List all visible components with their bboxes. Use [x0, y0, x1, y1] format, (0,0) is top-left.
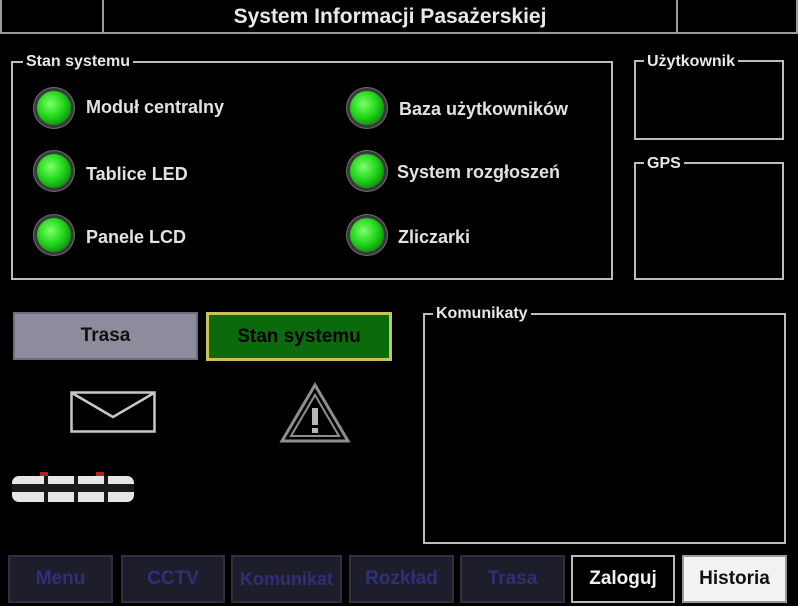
status-led-icon [350, 91, 384, 125]
user-panel-legend: Użytkownik [644, 52, 739, 72]
messages-panel-legend: Komunikaty [433, 304, 531, 324]
status-led-icon [37, 218, 71, 252]
status-label-zliczarki: Zliczarki [398, 227, 471, 247]
status-label-panele-lcd: Panele LCD [86, 227, 187, 247]
trasa-button[interactable]: Trasa [460, 555, 565, 603]
window-title: System Informacji Pasażerskiej [233, 5, 547, 28]
system-status-legend: Stan systemu [23, 52, 134, 72]
status-label-baza-uzytkownikow: Baza użytkowników [399, 99, 569, 119]
warning-triangle-icon[interactable] [279, 382, 351, 444]
status-label-system-rozgloszen: System rozgłoszeń [397, 162, 561, 182]
envelope-icon[interactable] [70, 391, 156, 433]
user-panel: Użytkownik [634, 52, 784, 140]
status-led-icon [37, 154, 71, 188]
status-label-tablice-led: Tablice LED [86, 164, 188, 184]
gps-panel-legend: GPS [644, 154, 684, 174]
status-led-icon [37, 91, 71, 125]
zaloguj-button[interactable]: Zaloguj [571, 555, 675, 603]
status-label-modul-centralny: Moduł centralny [86, 97, 225, 117]
cctv-button[interactable]: CCTV [121, 555, 225, 603]
gps-panel: GPS [634, 154, 784, 280]
status-led-icon [350, 218, 384, 252]
trasa-tab-button[interactable]: Trasa [13, 312, 198, 360]
stan-systemu-tab-button[interactable]: Stan systemu [206, 312, 392, 361]
title-divider-right [676, 0, 678, 34]
historia-button[interactable]: Historia [682, 555, 787, 603]
rozklad-button[interactable]: Rozkład [349, 555, 454, 603]
messages-panel: Komunikaty [423, 304, 786, 544]
status-led-icon [350, 154, 384, 188]
train-icon [10, 470, 136, 506]
menu-button[interactable]: Menu [8, 555, 113, 603]
komunikat-button[interactable]: Komunikat [231, 555, 342, 603]
